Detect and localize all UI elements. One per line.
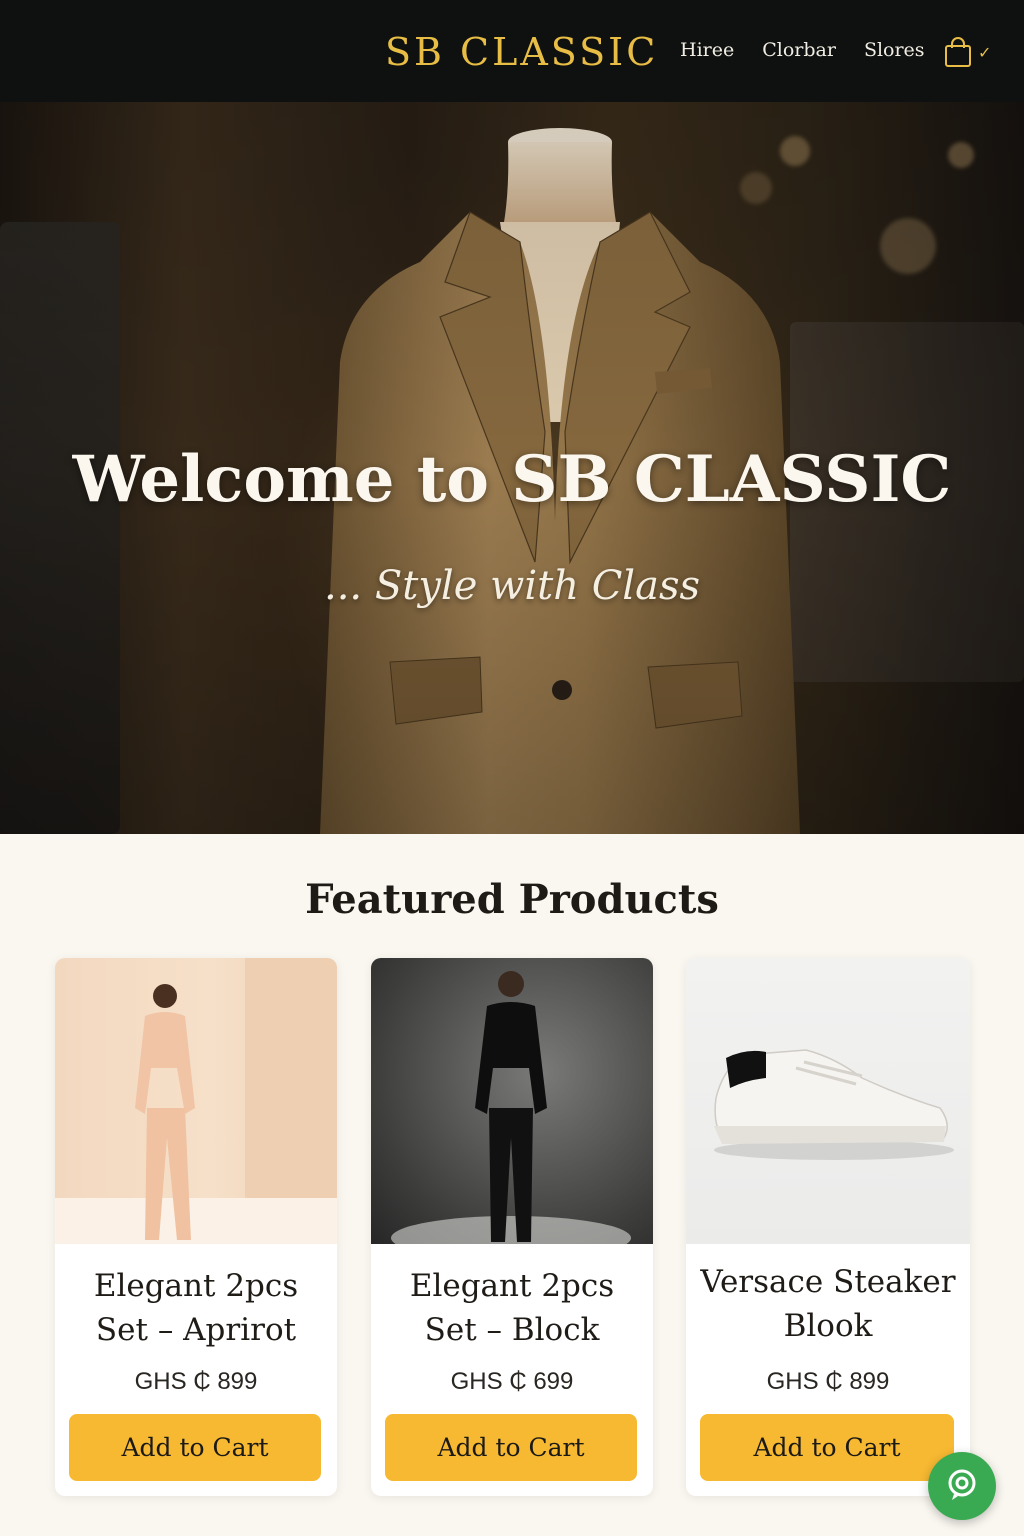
hero-title: Welcome to SB CLASSIC <box>72 442 952 517</box>
featured-products-title: Featured Products <box>305 876 719 923</box>
product-card[interactable]: Versace Steaker Blook GHS ₵ 899 Add to C… <box>686 958 970 1496</box>
add-to-cart-button[interactable]: Add to Cart <box>69 1414 321 1481</box>
brand-logo[interactable]: SB CLASSIC <box>385 28 658 76</box>
chat-support-button[interactable] <box>928 1452 996 1520</box>
product-name-line: Elegant 2pcs <box>93 1268 299 1304</box>
product-image-black-set[interactable] <box>371 958 653 1244</box>
product-card[interactable]: Elegant 2pcs Set – Block GHS ₵ 699 Add t… <box>371 958 653 1496</box>
product-image-sneaker[interactable] <box>686 958 970 1244</box>
product-name-line: Blook <box>783 1308 873 1344</box>
main-nav: Hiree Clorbar Slores <box>680 36 925 64</box>
add-to-cart-button[interactable]: Add to Cart <box>385 1414 637 1481</box>
nav-link-clorbar[interactable]: Clorbar <box>762 36 836 64</box>
cart-status-indicator: ✓ <box>978 42 992 62</box>
product-name: Versace Steaker Blook <box>686 1260 970 1348</box>
product-card[interactable]: Elegant 2pcs Set – Aprirot GHS ₵ 899 Add… <box>55 958 337 1496</box>
product-price: GHS ₵ 899 <box>766 1368 890 1395</box>
chat-support-icon <box>944 1466 980 1506</box>
product-name-line: Versace Steaker <box>700 1264 956 1300</box>
product-name: Elegant 2pcs Set – Block <box>371 1264 653 1352</box>
product-name-line: Set – Aprirot <box>95 1312 297 1348</box>
site-header: SB CLASSIC Hiree Clorbar Slores ✓ <box>0 0 1024 102</box>
product-name-line: Set – Block <box>424 1312 600 1348</box>
product-price: GHS ₵ 899 <box>134 1368 258 1395</box>
add-to-cart-button[interactable]: Add to Cart <box>700 1414 954 1481</box>
nav-link-hiree[interactable]: Hiree <box>680 36 734 64</box>
cart-button[interactable]: ✓ <box>944 36 991 68</box>
product-name-line: Elegant 2pcs <box>409 1268 615 1304</box>
hero-banner: Welcome to SB CLASSIC ... Style with Cla… <box>0 102 1024 834</box>
product-name: Elegant 2pcs Set – Aprirot <box>55 1264 337 1352</box>
nav-link-slores[interactable]: Slores <box>864 36 925 64</box>
product-price: GHS ₵ 699 <box>450 1368 574 1395</box>
shopping-bag-icon <box>944 36 972 68</box>
product-image-apricot-set[interactable] <box>55 958 337 1244</box>
hero-subtitle: ... Style with Class <box>324 563 700 609</box>
